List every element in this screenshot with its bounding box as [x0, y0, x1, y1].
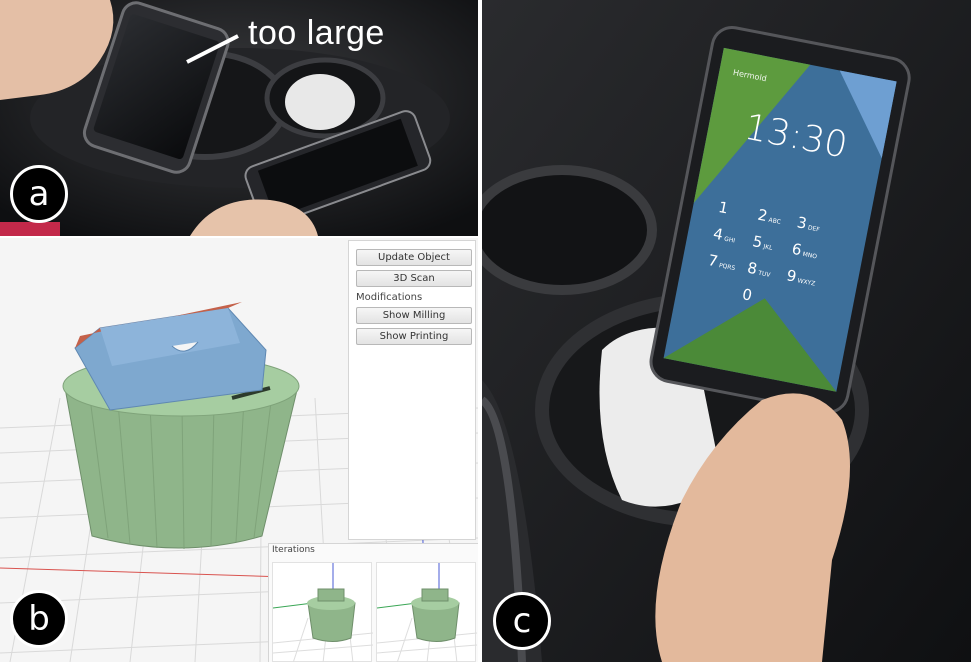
- keypad-digit: 4: [711, 224, 725, 245]
- show-milling-button[interactable]: Show Milling: [356, 307, 472, 324]
- keypad-letters: DEF: [807, 224, 821, 234]
- keypad-digit: 8: [745, 258, 759, 279]
- update-object-button[interactable]: Update Object: [356, 249, 472, 266]
- 3d-scan-button[interactable]: 3D Scan: [356, 270, 472, 287]
- keypad-letters: ABC: [767, 216, 782, 226]
- keypad-key: 8TUV: [745, 258, 782, 282]
- badge-b: b: [10, 590, 68, 648]
- keypad-letters: WXYZ: [796, 277, 816, 288]
- tissue: [285, 74, 355, 130]
- keypad-letters: TUV: [757, 269, 771, 279]
- panel-c-photo: Hermold 13:30 c 1 2ABC 3DEF 4GHI 5JKL 6MNO 7PQ…: [482, 0, 971, 662]
- panel-b-modeling-ui: Update Object 3D Scan Modifications Show…: [0, 238, 478, 662]
- show-printing-button[interactable]: Show Printing: [356, 328, 472, 345]
- keypad-digit: 6: [790, 239, 804, 260]
- keypad-letters: PQRS: [718, 262, 736, 273]
- iteration-thumbnail[interactable]: [272, 562, 374, 662]
- too-large-label: too large: [248, 14, 385, 52]
- keypad-digit: 9: [785, 266, 798, 286]
- panel-a-photo: too large a: [0, 0, 478, 236]
- keypad-digit: 2: [756, 205, 770, 226]
- keypad-digit: 0: [740, 285, 754, 305]
- tools-panel: Update Object 3D Scan Modifications Show…: [348, 240, 476, 540]
- iterations-label: Iterations: [272, 545, 315, 555]
- keypad-digit: 1: [716, 198, 730, 218]
- keypad-key: 4GHI: [711, 224, 748, 248]
- keypad-digit: 7: [706, 251, 720, 271]
- keypad-key: 5JKL: [751, 232, 787, 255]
- keypad-letters: MNO: [802, 250, 818, 261]
- keypad-digit: 3: [795, 213, 809, 233]
- keypad-key: 6MNO: [790, 239, 827, 263]
- car-console-photo: [0, 0, 478, 236]
- keypad-letters: GHI: [723, 235, 736, 245]
- iterations-panel: Iterations: [268, 543, 478, 662]
- iteration-thumbnail[interactable]: [376, 562, 478, 662]
- cup-holder-back: [482, 165, 657, 295]
- keypad-letters: JKL: [762, 243, 773, 252]
- phone-in-holder-photo: [482, 0, 971, 662]
- modifications-label: Modifications: [356, 292, 423, 303]
- badge-c: c: [493, 592, 551, 650]
- keypad-digit: 5: [751, 232, 764, 252]
- keypad-key: 9WXYZ: [785, 266, 821, 289]
- keypad-key: 7PQRS: [706, 251, 743, 274]
- badge-a: a: [10, 165, 68, 223]
